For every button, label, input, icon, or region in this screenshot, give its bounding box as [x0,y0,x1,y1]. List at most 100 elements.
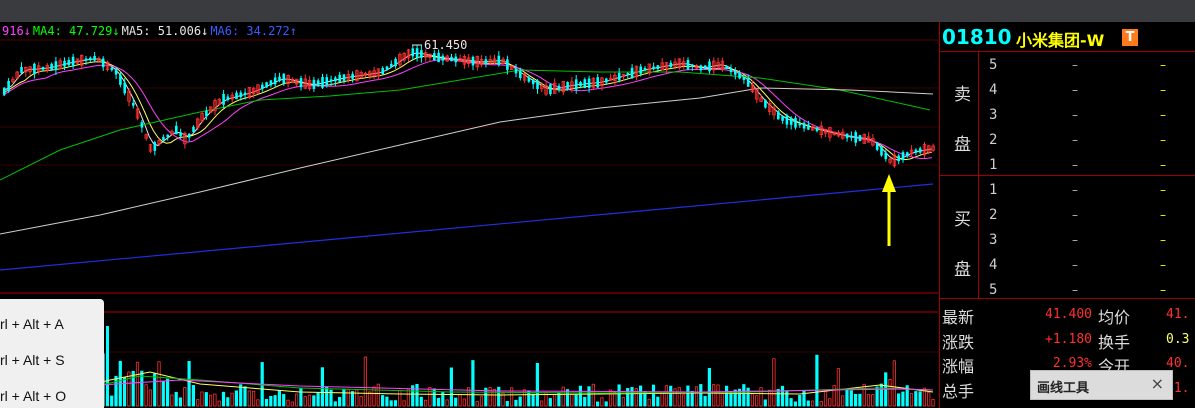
ma-line [0,87,934,235]
ma-legend-item: MA4: 47.729↓ [32,24,120,38]
candle-body [742,76,746,80]
candle-body [630,67,634,78]
menu-item-alt-o[interactable]: rl + Alt + O [0,388,66,404]
candle-body [450,56,453,62]
candle-body [605,78,608,83]
volume-bar [712,384,716,407]
volume-bar [574,394,578,407]
candle-body [179,132,182,137]
volume-bar [307,394,312,407]
candle-body [579,82,582,87]
volume-bar [596,401,600,407]
volume-bar [221,391,226,407]
candle-body [20,66,23,73]
order-price: – [1072,183,1078,197]
order-level: 5 [989,57,998,73]
volume-bar [639,385,643,407]
sell-label-1: 卖 [954,85,971,105]
order-price: – [1072,133,1078,147]
volume-bar [449,367,454,407]
volume-bar [664,385,669,407]
volume-bar [677,387,681,407]
volume-bar [127,371,131,407]
candle-body [643,67,647,71]
volume-bar [565,389,570,407]
volume-bar [527,390,531,407]
volume-bar [815,354,819,407]
volume-bar [239,384,243,407]
candle-body [205,110,208,117]
volume-bar [350,391,355,407]
volume-bar [204,392,208,407]
volume-bar [303,396,307,407]
order-level: 1 [989,182,998,198]
candle-body [914,149,918,153]
volume-bar [879,383,884,407]
candle-body [278,76,281,81]
volume-bar [823,389,828,407]
volume-bar [402,400,406,407]
volume-bar [509,387,514,407]
volume-bar [789,398,793,407]
candle-body [850,135,853,138]
volume-bar [768,389,772,407]
volume-bar [264,398,269,407]
drawing-tools-panel[interactable]: 画线工具 × [1030,370,1173,400]
kline-chart[interactable]: 61.450 [0,22,938,408]
volume-bar [686,385,690,407]
volume-bar [196,399,200,407]
candle-body [875,143,879,150]
order-volume: – [1160,133,1166,147]
volume-bar [359,395,363,407]
candle-body [312,79,316,89]
volume-bar [230,392,234,407]
volume-bar [897,393,901,407]
order-volume: – [1160,108,1166,122]
volume-bar [277,390,282,407]
candle-body [454,56,458,63]
volume-bar [213,393,217,407]
candle-body [381,68,384,75]
volume-bar [355,389,359,407]
candle-body [691,64,694,67]
menu-item-alt-a[interactable]: rl + Alt + A [0,316,64,332]
volume-bar [578,385,583,407]
close-icon[interactable]: × [1151,374,1164,393]
volume-bar [854,393,858,407]
volume-bar [462,398,466,407]
candle-body [265,82,268,88]
candle-body [420,50,423,58]
order-level: 1 [989,157,998,173]
stock-code: 01810 [942,25,1012,49]
volume-bar [178,397,183,407]
volume-bar [780,385,785,407]
ma-legend: 916↓ MA4: 47.729↓ MA5: 51.006↓ MA6: 34.272↑ [2,24,299,38]
volume-bar [415,383,419,407]
order-level: 4 [989,257,998,273]
shortcut-menu: rl + Alt + A rl + Alt + S rl + Alt + O [0,299,104,408]
order-volume: – [1160,283,1166,297]
candle-body [781,116,784,121]
candle-body [652,66,655,70]
candle-body [746,78,750,87]
open-value: 40. [1166,356,1190,371]
volume-bar [583,396,587,407]
candle-body [794,117,797,128]
ma-legend-item: MA5: 51.006↓ [121,24,209,38]
candle-body [729,68,733,73]
order-volume: – [1160,233,1166,247]
volume-bar [725,385,729,407]
candle-body [261,84,264,90]
volume-bar [591,383,595,407]
volume-bar [325,386,329,407]
volume-bar [570,393,574,407]
t-badge[interactable]: T [1122,29,1138,46]
volume-ma-line [0,375,934,397]
menu-item-alt-s[interactable]: rl + Alt + S [0,352,65,368]
candle-body [394,58,397,67]
volume-bar [866,394,871,407]
volume-bar [931,398,935,407]
pct-label: 涨幅 [942,357,975,376]
candle-body [764,99,767,108]
candle-body [858,135,862,142]
